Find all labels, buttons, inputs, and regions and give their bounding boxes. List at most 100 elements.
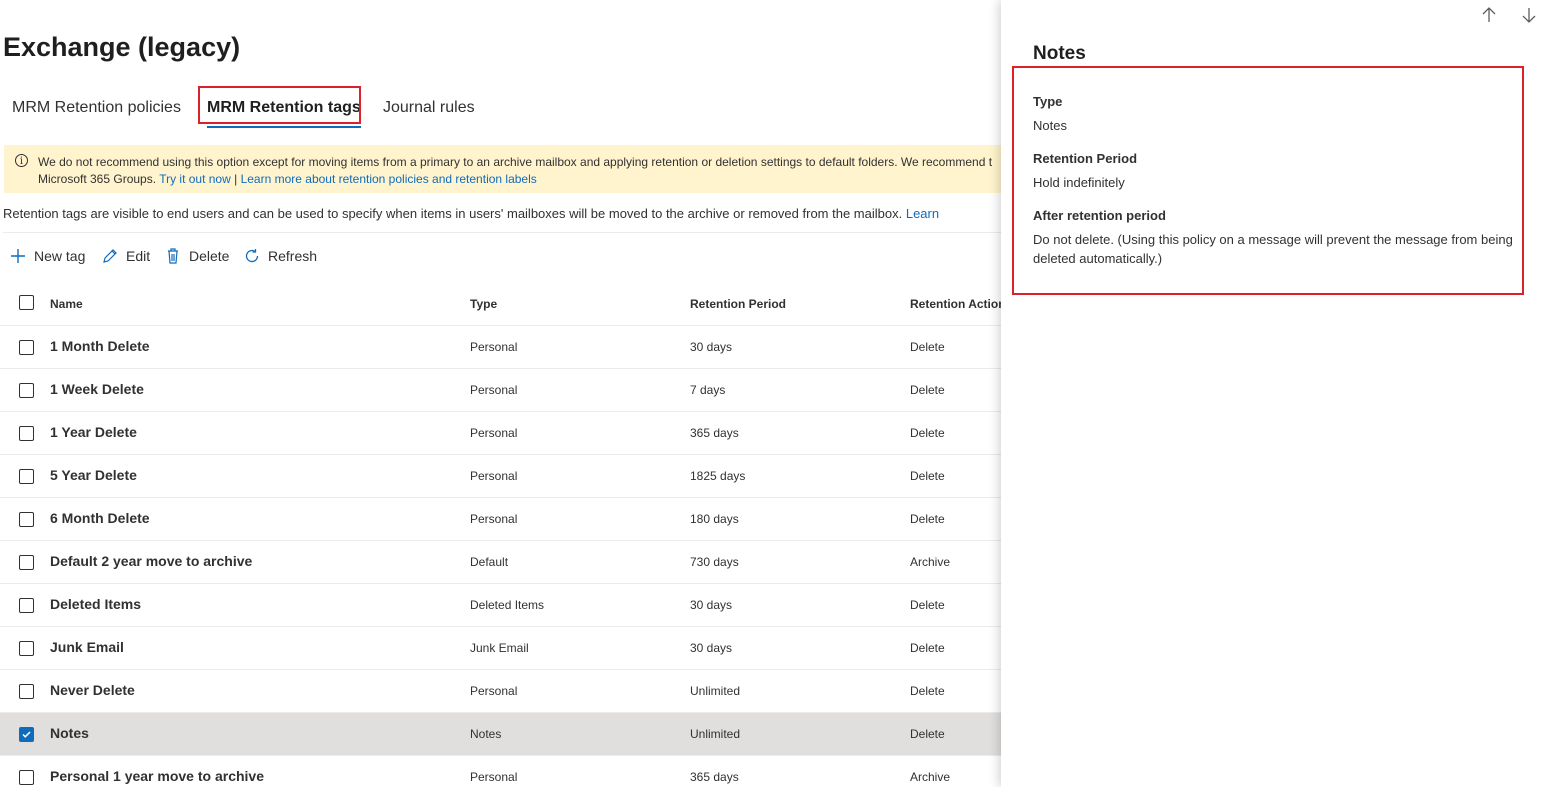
description-text: Retention tags are visible to end users … bbox=[3, 206, 903, 221]
learn-more-retention-link[interactable]: Learn more about retention policies and … bbox=[241, 172, 537, 186]
tag-name: Never Delete bbox=[50, 682, 135, 698]
table-row[interactable]: 1 Year Delete Personal 365 days Delete bbox=[0, 412, 1001, 455]
row-checkbox[interactable] bbox=[19, 684, 34, 699]
arrow-down-icon bbox=[1522, 8, 1536, 23]
type-value: Notes bbox=[1033, 118, 1067, 133]
banner-divider: | bbox=[234, 172, 238, 186]
new-tag-button[interactable]: New tag bbox=[8, 246, 85, 266]
tag-retention-period: Unlimited bbox=[690, 684, 741, 698]
tag-name: 5 Year Delete bbox=[50, 467, 137, 483]
tag-retention-action: Delete bbox=[910, 383, 945, 397]
delete-button[interactable]: Delete bbox=[163, 246, 229, 266]
table-row[interactable]: Personal 1 year move to archive Personal… bbox=[0, 756, 1001, 787]
column-header-retention-action[interactable]: Retention Action bbox=[910, 297, 1001, 311]
row-checkbox[interactable] bbox=[19, 598, 34, 613]
tag-name: 1 Week Delete bbox=[50, 381, 144, 397]
page-title: Exchange (legacy) bbox=[3, 32, 241, 62]
row-checkbox[interactable] bbox=[19, 426, 34, 441]
tag-retention-action: Archive bbox=[910, 770, 951, 784]
tag-retention-period: 730 days bbox=[690, 555, 739, 569]
table-row[interactable]: 1 Month Delete Personal 30 days Delete bbox=[0, 326, 1001, 369]
tab-highlight-box bbox=[198, 86, 361, 124]
tag-retention-action: Delete bbox=[910, 727, 945, 741]
row-checkbox[interactable] bbox=[19, 340, 34, 355]
tag-type: Default bbox=[470, 555, 509, 569]
tag-type: Personal bbox=[470, 770, 518, 784]
refresh-label: Refresh bbox=[268, 248, 318, 264]
active-tab-indicator bbox=[207, 126, 361, 128]
table-row[interactable]: Deleted Items Deleted Items 30 days Dele… bbox=[0, 584, 1001, 627]
row-checkbox[interactable] bbox=[19, 641, 34, 656]
edit-label: Edit bbox=[126, 248, 151, 264]
after-retention-value: Do not delete. (Using this policy on a m… bbox=[1033, 232, 1513, 266]
tag-type: Personal bbox=[470, 383, 518, 397]
table-row[interactable]: 5 Year Delete Personal 1825 days Delete bbox=[0, 455, 1001, 498]
add-icon bbox=[8, 246, 28, 266]
select-all-checkbox[interactable] bbox=[19, 295, 34, 310]
row-checkbox-checked[interactable] bbox=[19, 727, 34, 742]
row-checkbox[interactable] bbox=[19, 383, 34, 398]
tag-retention-action: Delete bbox=[910, 426, 945, 440]
try-it-out-link[interactable]: Try it out now bbox=[159, 172, 231, 186]
tag-name: Default 2 year move to archive bbox=[50, 553, 253, 569]
tag-retention-period: 30 days bbox=[690, 340, 733, 354]
row-checkbox[interactable] bbox=[19, 555, 34, 570]
row-checkbox[interactable] bbox=[19, 512, 34, 527]
tag-type: Personal bbox=[470, 512, 518, 526]
panel-title: Notes bbox=[1033, 43, 1086, 64]
table-row[interactable]: Never Delete Personal Unlimited Delete bbox=[0, 670, 1001, 713]
tag-type: Deleted Items bbox=[470, 598, 545, 612]
details-panel: Notes Type Notes Retention Period Hold i… bbox=[1001, 0, 1561, 787]
tag-name: Deleted Items bbox=[50, 596, 142, 612]
tag-name: Notes bbox=[50, 725, 89, 741]
row-checkbox[interactable] bbox=[19, 770, 34, 785]
tag-name: Junk Email bbox=[50, 639, 124, 655]
tag-retention-action: Delete bbox=[910, 469, 945, 483]
column-header-name[interactable]: Name bbox=[50, 297, 83, 311]
learn-more-link[interactable]: Learn bbox=[906, 206, 939, 221]
tag-retention-action: Delete bbox=[910, 512, 945, 526]
page-description: Retention tags are visible to end users … bbox=[3, 206, 939, 221]
tag-retention-period: 1825 days bbox=[690, 469, 746, 483]
tag-retention-period: Unlimited bbox=[690, 727, 741, 741]
table-row-selected[interactable]: Notes Notes Unlimited Delete bbox=[0, 713, 1001, 756]
info-icon: i bbox=[15, 154, 28, 167]
tag-name: Personal 1 year move to archive bbox=[50, 768, 264, 784]
column-header-retention-period[interactable]: Retention Period bbox=[690, 297, 786, 311]
banner-text-prefix: Microsoft 365 Groups. bbox=[38, 172, 157, 186]
refresh-button[interactable]: Refresh bbox=[242, 246, 317, 266]
main-content: Exchange (legacy) MRM Retention policies… bbox=[0, 0, 1001, 787]
tag-type: Notes bbox=[470, 727, 502, 741]
tag-name: 6 Month Delete bbox=[50, 510, 150, 526]
table-row[interactable]: Junk Email Junk Email 30 days Delete bbox=[0, 627, 1001, 670]
tab-journal-rules[interactable]: Journal rules bbox=[383, 96, 475, 120]
delete-label: Delete bbox=[189, 248, 230, 264]
new-tag-label: New tag bbox=[34, 248, 86, 264]
tag-name: 1 Year Delete bbox=[50, 424, 137, 440]
row-checkbox[interactable] bbox=[19, 469, 34, 484]
retention-period-label: Retention Period bbox=[1033, 151, 1138, 166]
tag-retention-period: 365 days bbox=[690, 426, 739, 440]
tag-type: Personal bbox=[470, 426, 518, 440]
tag-type: Personal bbox=[470, 684, 518, 698]
tag-type: Personal bbox=[470, 469, 518, 483]
tag-type: Personal bbox=[470, 340, 518, 354]
tag-retention-period: 180 days bbox=[690, 512, 739, 526]
table-row[interactable]: 1 Week Delete Personal 7 days Delete bbox=[0, 369, 1001, 412]
tag-retention-period: 30 days bbox=[690, 598, 733, 612]
tab-mrm-retention-policies[interactable]: MRM Retention policies bbox=[12, 96, 181, 120]
next-item-button[interactable] bbox=[1519, 5, 1539, 25]
column-header-type[interactable]: Type bbox=[470, 297, 497, 311]
pencil-icon bbox=[100, 246, 120, 266]
divider bbox=[3, 232, 1001, 233]
tag-retention-period: 7 days bbox=[690, 383, 726, 397]
tag-type: Junk Email bbox=[470, 641, 529, 655]
table-row[interactable]: Default 2 year move to archive Default 7… bbox=[0, 541, 1001, 584]
table-row[interactable]: 6 Month Delete Personal 180 days Delete bbox=[0, 498, 1001, 541]
tag-retention-period: 30 days bbox=[690, 641, 733, 655]
warning-banner: i We do not recommend using this option … bbox=[4, 145, 1001, 193]
tag-name: 1 Month Delete bbox=[50, 338, 150, 354]
previous-item-button[interactable] bbox=[1479, 5, 1499, 25]
edit-button[interactable]: Edit bbox=[100, 246, 150, 266]
refresh-icon bbox=[242, 246, 262, 266]
